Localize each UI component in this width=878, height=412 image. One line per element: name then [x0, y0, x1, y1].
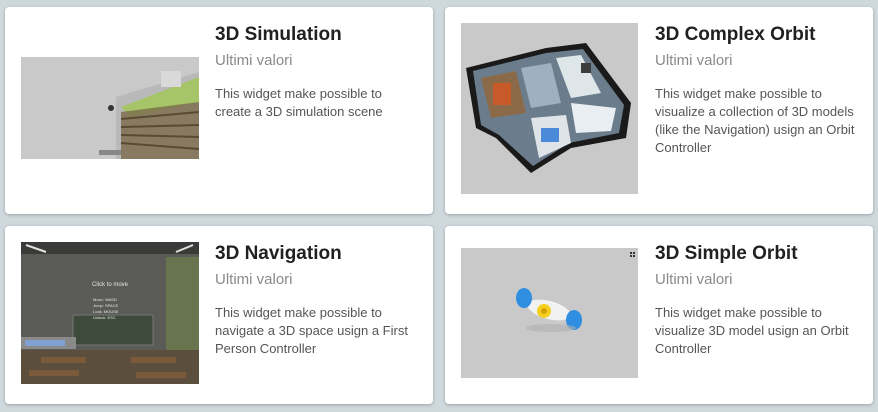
instruction-line: Unlock: ESC: [93, 315, 116, 320]
card-subtitle: Ultimi valori: [215, 52, 293, 69]
card-description: This widget make possible to visualize 3…: [655, 305, 849, 356]
widget-card-3d-navigation[interactable]: Click to move Move: WASD Jump: SPACE Loo…: [5, 226, 433, 404]
navigation-overlay-heading: Click to move: [91, 282, 128, 288]
simulation-preview-image: [21, 57, 199, 159]
card-title: 3D Navigation: [215, 243, 342, 264]
complex-orbit-preview-image: [461, 23, 638, 194]
widget-card-3d-simulation[interactable]: 3D Simulation Ultimi valori This widget …: [5, 7, 433, 214]
card-description: This widget make possible to visualize a…: [655, 86, 855, 155]
card-subtitle: Ultimi valori: [655, 271, 733, 288]
widget-card-3d-complex-orbit[interactable]: 3D Complex Orbit Ultimi valori This widg…: [445, 7, 873, 214]
simple-orbit-preview-image: [461, 248, 638, 378]
card-description: This widget make possible to create a 3D…: [215, 86, 383, 119]
card-subtitle: Ultimi valori: [215, 271, 293, 288]
card-subtitle: Ultimi valori: [655, 52, 733, 69]
card-title: 3D Simple Orbit: [655, 243, 798, 264]
card-title: 3D Simulation: [215, 24, 342, 45]
widget-card-3d-simple-orbit[interactable]: 3D Simple Orbit Ultimi valori This widge…: [445, 226, 873, 404]
card-description: This widget make possible to navigate a …: [215, 305, 408, 356]
card-title: 3D Complex Orbit: [655, 24, 816, 45]
navigation-preview-image: Click to move Move: WASD Jump: SPACE Loo…: [21, 242, 199, 384]
navigation-overlay-instructions: Move: WASD Jump: SPACE Look: MOUSE Unloc…: [93, 297, 119, 321]
